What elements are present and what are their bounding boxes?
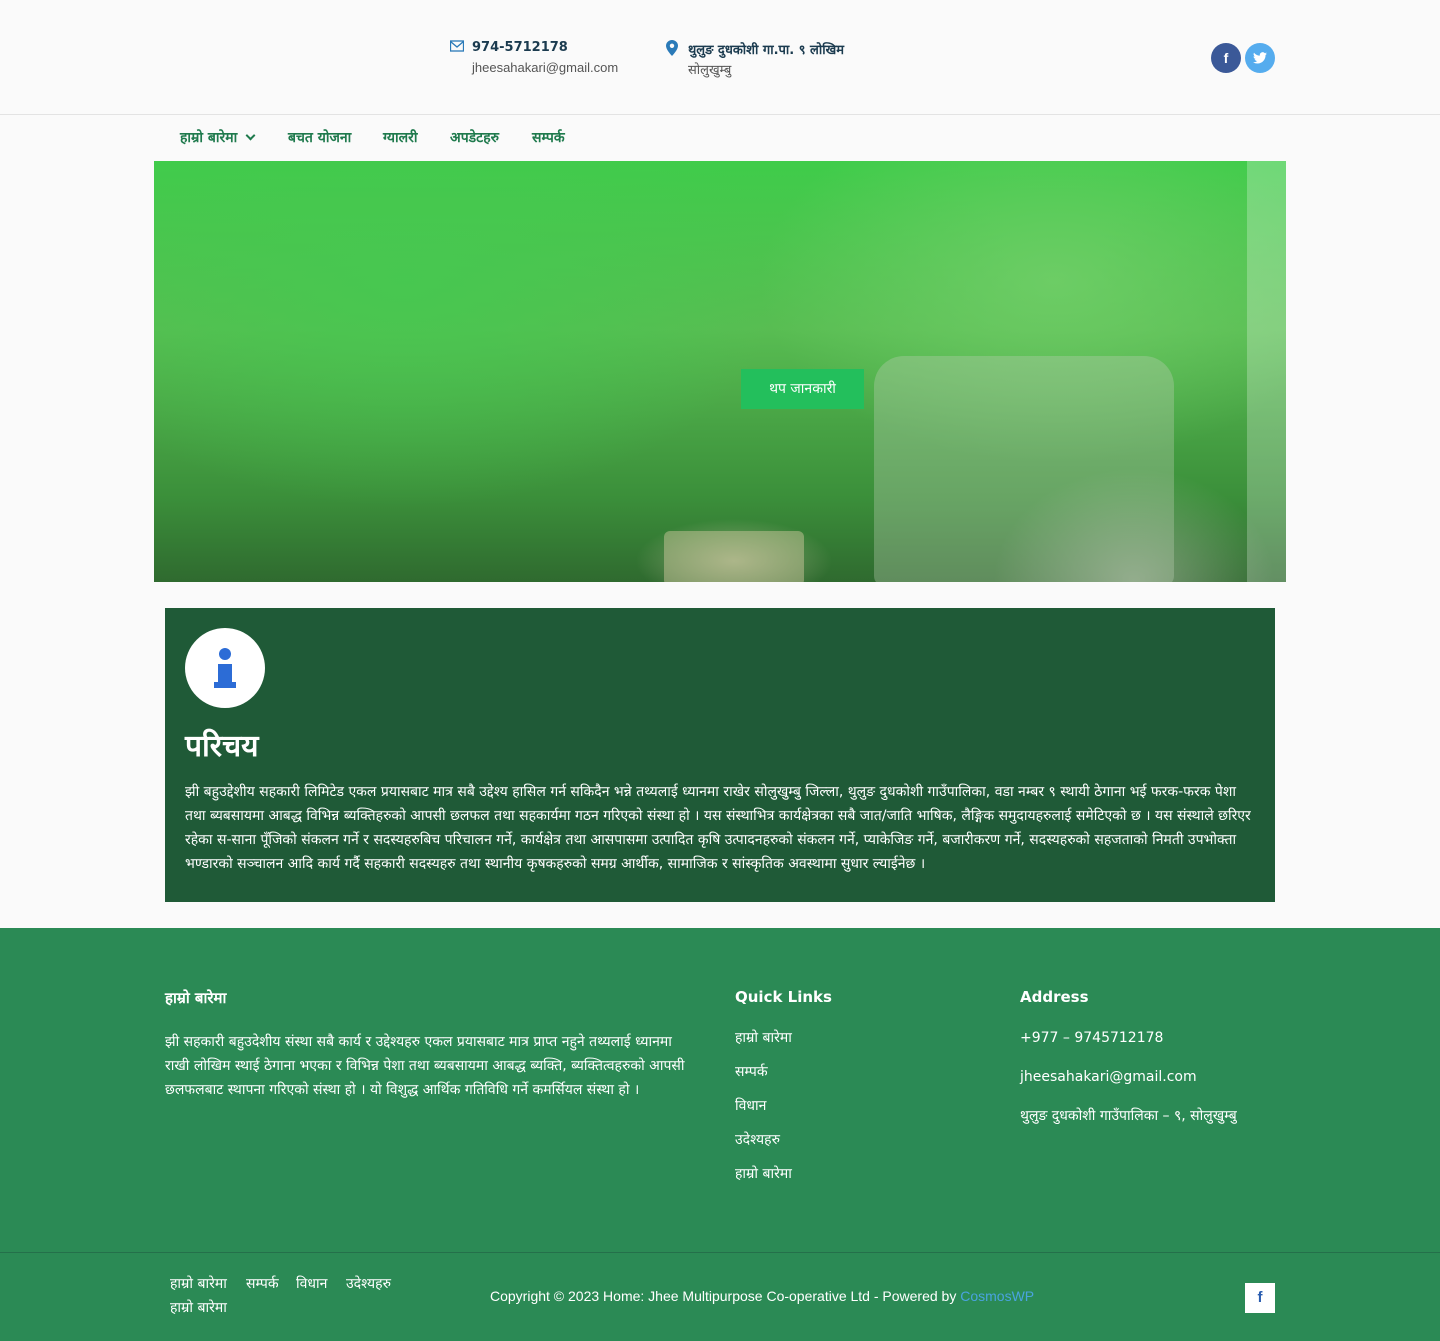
nav-item-label: हाम्रो बारेमा <box>180 130 238 146</box>
bottom-link-about-2[interactable]: हाम्रो बारेमा <box>170 1298 227 1317</box>
twitter-icon[interactable] <box>1245 43 1275 73</box>
quick-link-contact[interactable]: सम्पर्क <box>735 1062 985 1082</box>
top-bar: 974-5712178 jheesahakari@gmail.com थुलुङ… <box>0 0 1440 115</box>
nav-item-updates[interactable]: अपडेटहरु <box>450 128 499 147</box>
intro-section: परिचय झी बहुउद्देशीय सहकारी लिमिटेड एकल … <box>165 608 1275 902</box>
nav-item-contact[interactable]: सम्पर्क <box>532 128 565 147</box>
location-line-2: सोलुखुम्बु <box>688 62 732 77</box>
address-email[interactable]: jheesahakari@gmail.com <box>1020 1067 1275 1087</box>
address-phone: +977 – 9745712178 <box>1020 1030 1164 1046</box>
powered-by-link[interactable]: CosmosWP <box>960 1288 1034 1304</box>
intro-text: झी बहुउद्देशीय सहकारी लिमिटेड एकल प्रयास… <box>185 784 1251 872</box>
email-address[interactable]: jheesahakari@gmail.com <box>472 60 618 75</box>
hero-slider-edge <box>1247 161 1286 582</box>
chevron-down-icon <box>245 130 256 141</box>
quick-link-constitution[interactable]: विधान <box>735 1096 985 1116</box>
footer-about-title: हाम्रो बारेमा <box>165 989 227 1007</box>
bottom-link-constitution[interactable]: विधान <box>296 1274 327 1293</box>
bottom-bar: हाम्रो बारेमा सम्पर्क विधान उदेश्यहरु हा… <box>0 1252 1440 1341</box>
nav-item-gallery[interactable]: ग्यालरी <box>383 128 418 147</box>
quick-link-about[interactable]: हाम्रो बारेमा <box>735 1028 985 1048</box>
phone-number: 974-5712178 <box>472 40 568 55</box>
bottom-link-contact[interactable]: सम्पर्क <box>246 1274 279 1293</box>
intro-title: परिचय <box>185 729 259 764</box>
bottom-link-objectives[interactable]: उदेश्यहरु <box>346 1274 391 1293</box>
footer-about: हाम्रो बारेमा झी सहकारी बहुउदेशीय संस्था… <box>165 988 695 1102</box>
map-marker-icon <box>666 40 682 56</box>
more-info-button[interactable]: थप जानकारी <box>741 369 864 409</box>
nav-item-savings[interactable]: बचत योजना <box>288 128 351 147</box>
main-nav: हाम्रो बारेमा बचत योजना ग्यालरी अपडेटहरु… <box>0 116 1440 161</box>
address-title: Address <box>1020 988 1089 1006</box>
quick-link-about-2[interactable]: हाम्रो बारेमा <box>735 1164 985 1184</box>
footer-about-text: झी सहकारी बहुउदेशीय संस्था सबै कार्य र उ… <box>165 1034 685 1098</box>
hero-coins-image <box>664 531 804 582</box>
hero-banner: थप जानकारी <box>154 161 1286 582</box>
info-icon <box>185 628 265 708</box>
bottom-link-about[interactable]: हाम्रो बारेमा <box>170 1274 227 1293</box>
copyright-text: Copyright © 2023 Home: Jhee Multipurpose… <box>490 1288 1034 1304</box>
copyright-label: Copyright © 2023 Home: Jhee Multipurpose… <box>490 1288 957 1304</box>
envelope-icon <box>449 40 466 56</box>
facebook-icon[interactable]: f <box>1211 43 1241 73</box>
footer-address: Address +977 – 9745712178 jheesahakari@g… <box>1020 988 1275 1145</box>
quick-link-objectives[interactable]: उदेश्यहरु <box>735 1130 985 1150</box>
location-line-1: थुलुङ दुधकोशी गा.पा. ९ लोखिम <box>688 43 844 58</box>
footer-quick-links: Quick Links हाम्रो बारेमा सम्पर्क विधान … <box>735 988 985 1198</box>
hero-jar-image <box>874 356 1174 582</box>
address-location: थुलुङ दुधकोशी गाउँपालिका – ९, सोलुखुम्बु <box>1020 1108 1237 1124</box>
nav-item-about[interactable]: हाम्रो बारेमा <box>180 128 256 147</box>
facebook-icon[interactable]: f <box>1245 1283 1275 1313</box>
quick-links-title: Quick Links <box>735 988 832 1006</box>
footer: हाम्रो बारेमा झी सहकारी बहुउदेशीय संस्था… <box>0 928 1440 1252</box>
